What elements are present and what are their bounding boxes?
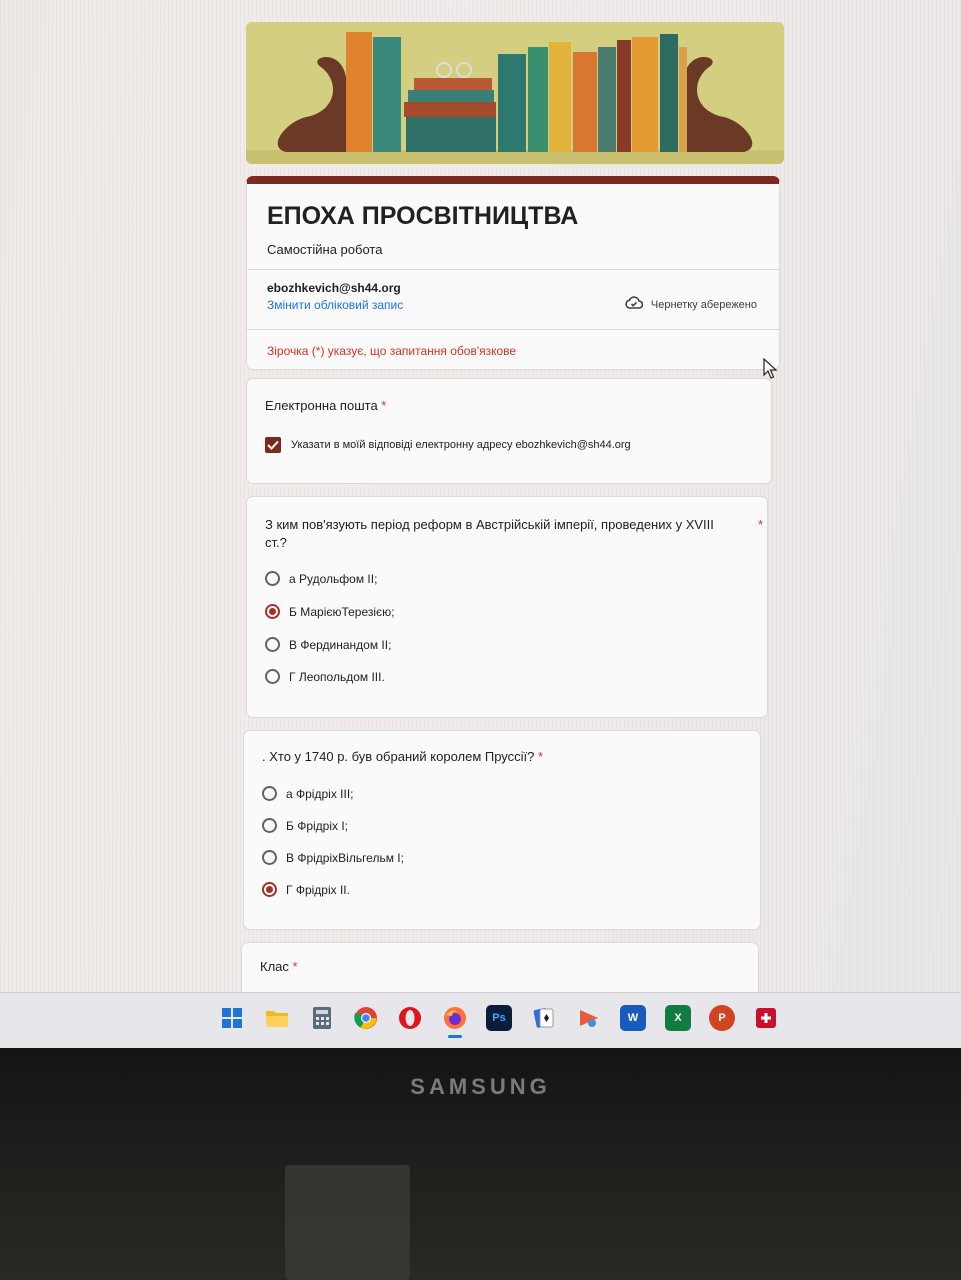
question-card: . Хто у 1740 р. був обраний королем Прус… [243, 730, 761, 930]
radio-option[interactable]: Г Леопольдом ІІІ. [265, 669, 385, 684]
email-question-card: Електронна пошта * Указати в моїй відпов… [246, 378, 772, 484]
chrome-icon[interactable] [353, 1005, 379, 1031]
windows-start-icon[interactable] [219, 1005, 245, 1031]
monitor-brand-logo: SAMSUNG [410, 1074, 551, 1099]
file-explorer-icon[interactable] [264, 1005, 290, 1031]
form-title: ЕПОХА ПРОСВІТНИЦТВА [267, 202, 579, 230]
form-header-card: ЕПОХА ПРОСВІТНИЦТВА Самостійна робота eb… [246, 176, 780, 370]
radio-option[interactable]: Б МарієюТерезією; [265, 604, 395, 619]
email-consent-checkbox[interactable] [265, 437, 281, 453]
taskbar: Ps W X P [0, 992, 961, 1049]
radio-option[interactable]: Г Фрідріх ІІ. [262, 882, 350, 897]
divider [247, 269, 779, 270]
radio-button-selected[interactable] [265, 604, 280, 619]
divider [247, 329, 779, 330]
browser-screen: ЕПОХА ПРОСВІТНИЦТВА Самостійна робота eb… [0, 0, 961, 1050]
form-description: Самостійна робота [267, 242, 383, 257]
account-email: ebozhkevich@sh44.org [267, 281, 401, 295]
solitaire-icon[interactable] [531, 1005, 557, 1031]
radio-option[interactable]: В Фердинандом ІІ; [265, 637, 391, 652]
mouse-cursor-icon [763, 358, 778, 379]
photoshop-icon[interactable]: Ps [486, 1005, 512, 1031]
required-note: Зірочка (*) указує, що запитання обов'яз… [267, 344, 517, 358]
email-consent-row[interactable]: Указати в моїй відповіді електронну адре… [265, 437, 631, 453]
email-consent-label: Указати в моїй відповіді електронну адре… [291, 439, 631, 451]
paint-icon[interactable] [576, 1005, 602, 1031]
radio-button[interactable] [265, 669, 280, 684]
excel-icon[interactable]: X [665, 1005, 691, 1031]
form-header-image [246, 22, 784, 164]
email-question-title: Електронна пошта * [265, 398, 387, 413]
radio-button-selected[interactable] [262, 882, 277, 897]
checkmark-icon [267, 440, 279, 450]
radio-button[interactable] [262, 850, 277, 865]
radio-button[interactable] [262, 818, 277, 833]
question-title: . Хто у 1740 р. був обраний королем Прус… [262, 749, 544, 764]
opera-icon[interactable] [397, 1005, 423, 1031]
question-card: З ким пов'язують період реформ в Австрій… [246, 496, 768, 718]
radio-button[interactable] [265, 637, 280, 652]
radio-option[interactable]: а Рудольфом ІІ; [265, 571, 377, 586]
powerpoint-icon[interactable]: P [709, 1005, 735, 1031]
radio-option[interactable]: Б Фрідріх І; [262, 818, 348, 833]
firefox-icon[interactable] [442, 1005, 468, 1031]
calculator-icon[interactable] [309, 1005, 335, 1031]
radio-button[interactable] [262, 786, 277, 801]
word-icon[interactable]: W [620, 1005, 646, 1031]
red-app-icon[interactable] [753, 1005, 779, 1031]
radio-option[interactable]: а Фрідріх ІІІ; [262, 786, 353, 801]
desk-object [285, 1165, 410, 1280]
draft-status-text: Чернетку абережено [650, 298, 757, 311]
draft-status: Чернетку абережено [625, 296, 757, 313]
question-title: З ким пов'язують період реформ в Австрій… [265, 517, 763, 550]
question-title: Клас * [260, 959, 298, 974]
radio-button[interactable] [265, 571, 280, 586]
active-app-indicator [448, 1035, 462, 1038]
cloud-check-icon [625, 296, 644, 313]
switch-account-link[interactable]: Змінити обліковий запис [267, 298, 403, 312]
radio-option[interactable]: В ФрідріхВільгельм І; [262, 850, 404, 865]
